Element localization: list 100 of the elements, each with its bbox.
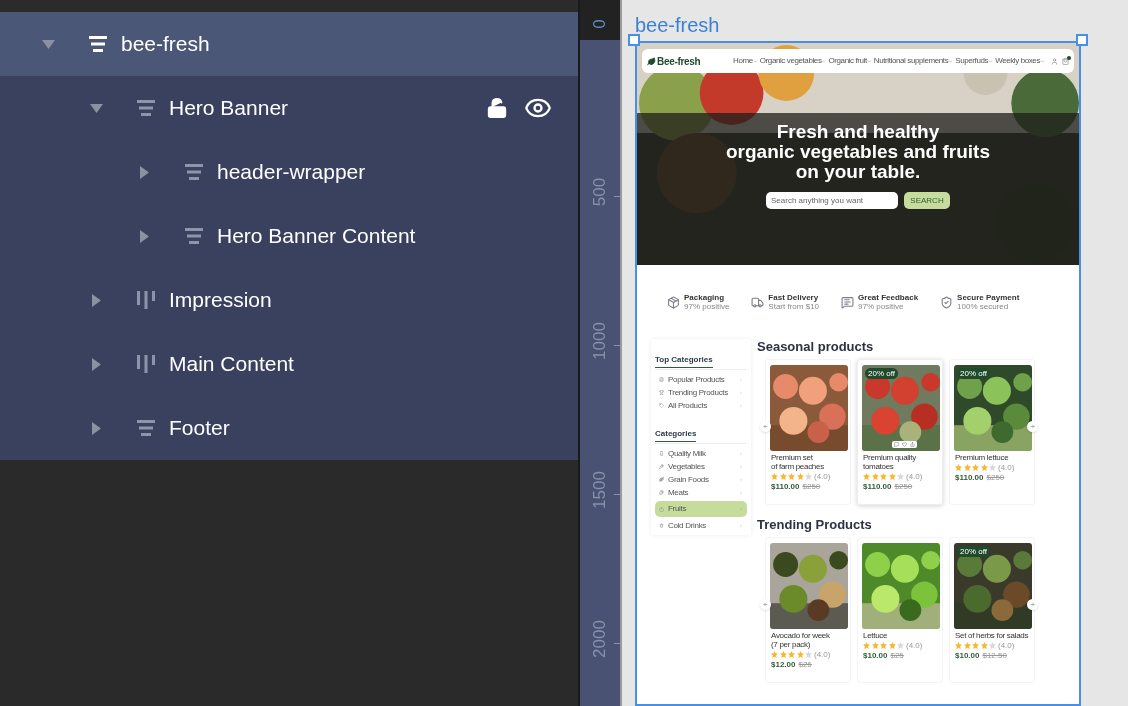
- category-icon: [659, 464, 664, 469]
- nav-item[interactable]: Superfuds: [955, 55, 989, 67]
- caret-down-icon[interactable]: [41, 39, 55, 49]
- category-icon: [659, 506, 664, 512]
- ruler-label: 0: [589, 19, 611, 29]
- category-item[interactable]: Meats: [655, 486, 747, 499]
- box-icon: [667, 295, 680, 309]
- chevron-down-icon: [866, 58, 872, 64]
- rating: (4.0): [998, 463, 1015, 472]
- product-card[interactable]: Avocado for week (7 per pack) (4.0) $12.00 $26: [765, 537, 851, 683]
- discount-badge: 20% off: [865, 368, 898, 379]
- caret-right-icon[interactable]: [139, 229, 149, 243]
- arrow-right-icon: [1030, 602, 1035, 607]
- nav-item[interactable]: Organic vegetables: [759, 55, 822, 67]
- product-name[interactable]: Premium set of farm peaches: [771, 453, 845, 471]
- layer-row[interactable]: Impression: [0, 268, 578, 332]
- feature-subtitle: 100% secured: [957, 302, 1010, 311]
- category-item[interactable]: Popular Products: [655, 373, 747, 386]
- nav-item[interactable]: Organic fruit: [828, 55, 867, 67]
- share-icon[interactable]: [910, 442, 915, 447]
- leaf-logo-icon: [647, 56, 656, 66]
- layer-row[interactable]: Footer: [0, 396, 578, 460]
- category-item[interactable]: Trending Products: [655, 386, 747, 399]
- layout-columns-icon: [136, 290, 156, 310]
- feature-subtitle: 97% positive: [684, 302, 730, 311]
- feature-title: Fast Delivery: [768, 293, 820, 302]
- feature-subtitle: Start from $10: [768, 302, 820, 311]
- logo[interactable]: Bee-fresh: [657, 53, 701, 69]
- old-price: $25: [890, 651, 904, 660]
- product-card[interactable]: 20% off Premium quality tomatoes (4.0) $110.00 $250: [857, 359, 943, 505]
- caret-right-icon[interactable]: [91, 357, 101, 371]
- category-icon: [659, 477, 664, 482]
- nav-item[interactable]: Home: [733, 55, 753, 67]
- next-button[interactable]: [1027, 599, 1038, 610]
- layer-name: Footer: [169, 415, 230, 442]
- comment-icon[interactable]: [894, 442, 899, 447]
- nav-item[interactable]: Nutritional supplements: [873, 55, 949, 67]
- previous-button[interactable]: [760, 421, 771, 432]
- category-icon: [659, 490, 664, 495]
- chevron-down-icon: [948, 58, 954, 64]
- resize-handle[interactable]: [628, 34, 640, 46]
- previous-button[interactable]: [760, 599, 771, 610]
- category-icon: [659, 403, 664, 408]
- layout-columns-icon: [136, 354, 156, 374]
- ruler-label: 1000: [589, 322, 611, 360]
- truck-icon: [751, 295, 765, 309]
- category-item[interactable]: Grain Foods: [655, 473, 747, 486]
- product-card[interactable]: Premium set of farm peaches (4.0) $110.00 $250: [765, 359, 851, 505]
- product-name[interactable]: Lettuce: [863, 631, 937, 640]
- search-field[interactable]: Search anything you want: [766, 192, 898, 209]
- category-icon: [659, 523, 664, 528]
- artboard-frame[interactable]: [635, 41, 1081, 706]
- category-item[interactable]: All Products: [655, 399, 747, 412]
- layout-rows-icon: [184, 162, 204, 182]
- shield-icon: [940, 295, 954, 309]
- category-icon: [659, 390, 664, 395]
- layer-row[interactable]: bee-fresh: [0, 12, 578, 76]
- unlocked-icon[interactable]: [486, 97, 508, 119]
- user-icon[interactable]: [1051, 57, 1058, 65]
- message-icon: [841, 295, 855, 309]
- caret-right-icon[interactable]: [91, 293, 101, 307]
- chevron-down-icon: [1040, 58, 1045, 64]
- category-icon: [659, 451, 664, 456]
- category-item[interactable]: Quality Milk: [655, 447, 747, 460]
- layout-rows-icon: [184, 226, 204, 246]
- caret-down-icon[interactable]: [89, 103, 103, 113]
- product-card[interactable]: Lettuce (4.0) $10.00 $25: [857, 537, 943, 683]
- section-heading: Seasonal products: [757, 339, 875, 355]
- layer-name: Impression: [169, 287, 272, 314]
- category-item[interactable]: Vegetables: [655, 460, 747, 473]
- bag-icon[interactable]: [1062, 57, 1069, 65]
- product-card[interactable]: 20% off Set of herbs for salads (4.0) $10.00 $12.50: [949, 537, 1035, 683]
- resize-handle[interactable]: [1076, 34, 1088, 46]
- caret-right-icon[interactable]: [91, 421, 101, 435]
- ruler-label: 2000: [589, 620, 611, 658]
- category-item[interactable]: Cold Drinks: [655, 519, 747, 532]
- layer-row[interactable]: header-wrapper: [0, 140, 578, 204]
- caret-right-icon[interactable]: [139, 165, 149, 179]
- layer-row[interactable]: Main Content: [0, 332, 578, 396]
- product-card[interactable]: 20% off Premium lettuce (4.0) $110.00 $250: [949, 359, 1035, 505]
- nav-item[interactable]: Weekly boxes: [995, 55, 1040, 67]
- price: $110.00: [863, 482, 892, 491]
- heart-icon[interactable]: [902, 442, 907, 447]
- search-button[interactable]: SEARCH: [904, 192, 950, 209]
- chevron-down-icon: [752, 58, 758, 64]
- product-name[interactable]: Premium lettuce: [955, 453, 1029, 462]
- layout-rows-icon: [136, 418, 156, 438]
- layer-name: Hero Banner Content: [217, 223, 416, 250]
- rating: (4.0): [998, 641, 1015, 650]
- layer-row[interactable]: Hero Banner Content: [0, 204, 578, 268]
- category-item[interactable]: Fruits: [655, 501, 747, 517]
- ruler-label: 1500: [589, 471, 611, 509]
- product-name[interactable]: Avocado for week (7 per pack): [771, 631, 845, 649]
- product-name[interactable]: Set of herbs for salads: [955, 631, 1029, 640]
- feature-title: Great Feedback: [858, 293, 919, 302]
- layer-name: Main Content: [169, 351, 294, 378]
- layer-name: Hero Banner: [169, 95, 289, 122]
- layer-row[interactable]: Hero Banner: [0, 76, 578, 140]
- arrow-left-icon: [763, 602, 768, 607]
- product-name[interactable]: Premium quality tomatoes: [863, 453, 937, 471]
